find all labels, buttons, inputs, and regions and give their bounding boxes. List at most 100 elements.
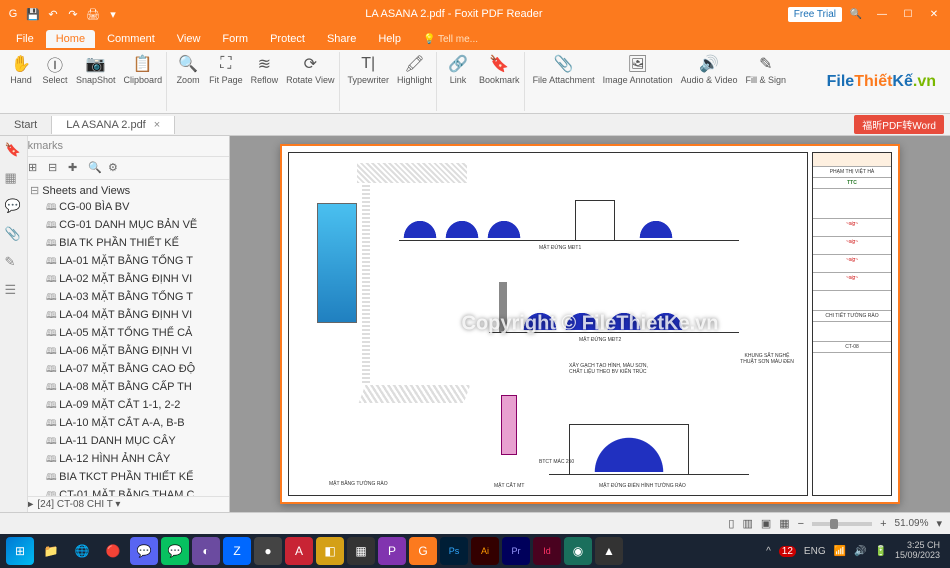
zoom-level[interactable]: 51.09% — [895, 518, 929, 529]
current-bookmark-label[interactable]: [24] CT-08 CHI T ▾ — [37, 499, 120, 510]
bookmark-root[interactable]: Sheets and Views — [30, 182, 225, 199]
menu-help[interactable]: Help — [368, 30, 411, 48]
taskbar-app-6[interactable]: ◉ — [564, 537, 592, 565]
bookmark-item[interactable]: LA-06 MẶT BẰNG ĐỊNH VI — [30, 343, 225, 361]
layers-panel-icon[interactable]: ☰ — [5, 282, 23, 300]
bookmark-item[interactable]: LA-09 MẶT CẮT 1-1, 2-2 — [30, 397, 225, 415]
qat-more-icon[interactable]: ▾ — [106, 7, 120, 21]
save-icon[interactable]: 💾 — [26, 7, 40, 21]
ribbon-snapshot[interactable]: 📷SnapShot — [72, 52, 120, 111]
ribbon-rotate[interactable]: ⟳Rotate View — [282, 52, 338, 111]
menu-file[interactable]: File — [6, 30, 44, 48]
bookmark-item[interactable]: CT-01 MẶT BẰNG THAM C — [30, 487, 225, 496]
ribbon-fileatt[interactable]: 📎File Attachment — [529, 52, 599, 111]
menu-form[interactable]: Form — [212, 30, 258, 48]
signatures-panel-icon[interactable]: ✎ — [5, 254, 23, 272]
ribbon-fillsign[interactable]: ✎Fill & Sign — [742, 52, 791, 111]
bookmark-item[interactable]: BIA TKCT PHẦN THIẾT KẾ — [30, 469, 225, 487]
taskbar-foxit[interactable]: G — [409, 537, 437, 565]
pdf-viewer[interactable]: MẶT BẰNG TƯỜNG RÀO MẶT ĐỨNG MĐT1 — [230, 136, 950, 512]
taskbar-zalo[interactable]: Z — [223, 537, 251, 565]
tray-language[interactable]: ENG — [804, 546, 826, 557]
tellme-input[interactable]: 💡 Tell me... — [423, 34, 478, 45]
view-cover-icon[interactable]: ▦ — [779, 517, 789, 530]
taskbar-app-3[interactable]: ◧ — [316, 537, 344, 565]
taskbar-app-1[interactable]: ◐ — [192, 537, 220, 565]
bookmark-item[interactable]: CG-00 BÌA BV — [30, 199, 225, 217]
tray-clock[interactable]: 3:25 CH 15/09/2023 — [895, 541, 944, 561]
minimize-button[interactable]: — — [870, 4, 894, 24]
taskbar-illustrator[interactable]: Ai — [471, 537, 499, 565]
start-button[interactable]: ⊞ — [6, 537, 34, 565]
find-bookmark-icon[interactable]: 🔍 — [88, 161, 102, 175]
view-continuous-icon[interactable]: ▥ — [742, 517, 752, 530]
print-icon[interactable]: 🖨 — [86, 7, 100, 21]
ribbon-typewriter[interactable]: T|Typewriter — [344, 52, 394, 111]
taskbar-app-7[interactable]: ▲ — [595, 537, 623, 565]
search-icon[interactable]: 🔍 — [844, 4, 868, 24]
notif-badge[interactable]: 12 — [779, 546, 796, 557]
tab-start[interactable]: Start — [0, 116, 52, 134]
bookmark-item[interactable]: CG-01 DANH MỤC BẢN VẼ — [30, 217, 225, 235]
bookmark-item[interactable]: LA-02 MẶT BẰNG ĐỊNH VI — [30, 271, 225, 289]
taskbar-photoshop[interactable]: Ps — [440, 537, 468, 565]
ribbon-link[interactable]: 🔗Link — [441, 52, 475, 111]
volume-icon[interactable]: 🔊 — [854, 546, 866, 557]
collapse-icon[interactable]: ⊟ — [48, 161, 62, 175]
taskbar-edge[interactable]: 🌐 — [68, 537, 96, 565]
ribbon-select[interactable]: ⒾSelect — [38, 52, 72, 111]
taskbar-indesign[interactable]: Id — [533, 537, 561, 565]
bookmark-item[interactable]: LA-11 DANH MỤC CÂY — [30, 433, 225, 451]
bookmark-item[interactable]: LA-08 MẶT BẰNG CẤP TH — [30, 379, 225, 397]
menu-share[interactable]: Share — [317, 30, 366, 48]
undo-icon[interactable]: ↶ — [46, 7, 60, 21]
ribbon-imgann[interactable]: 🖼Image Annotation — [599, 52, 677, 111]
taskbar-app-4[interactable]: ▦ — [347, 537, 375, 565]
taskbar-discord[interactable]: 💬 — [130, 537, 158, 565]
taskbar-app-5[interactable]: P — [378, 537, 406, 565]
ribbon-clipboard[interactable]: 📋Clipboard — [120, 52, 167, 111]
zoom-slider[interactable] — [812, 522, 872, 526]
ribbon-highlight[interactable]: 🖍Highlight — [393, 52, 436, 111]
ribbon-reflow[interactable]: ≋Reflow — [247, 52, 283, 111]
pdf-word-ad[interactable]: 福昕PDF转Word — [854, 115, 944, 134]
bookmark-options-icon[interactable]: ⚙ — [108, 161, 122, 175]
zoom-out-icon[interactable]: − — [798, 518, 804, 530]
zoom-in-icon[interactable]: + — [880, 518, 886, 530]
ribbon-audio[interactable]: 🔊Audio & Video — [677, 52, 742, 111]
taskbar-premiere[interactable]: Pr — [502, 537, 530, 565]
menu-view[interactable]: View — [167, 30, 211, 48]
taskbar-wechat[interactable]: 💬 — [161, 537, 189, 565]
bookmark-item[interactable]: LA-04 MẶT BẰNG ĐỊNH VI — [30, 307, 225, 325]
bookmark-item[interactable]: LA-05 MẶT TỔNG THỂ CẢ — [30, 325, 225, 343]
ribbon-bookmark[interactable]: 🔖Bookmark — [475, 52, 524, 111]
bookmark-item[interactable]: LA-10 MẶT CẮT A-A, B-B — [30, 415, 225, 433]
wifi-icon[interactable]: 📶 — [834, 546, 846, 557]
tray-chevron-icon[interactable]: ^ — [766, 546, 771, 557]
expand-icon[interactable]: ⊞ — [28, 161, 42, 175]
ribbon-zoom[interactable]: 🔍Zoom — [171, 52, 205, 111]
redo-icon[interactable]: ↷ — [66, 7, 80, 21]
bookmark-item[interactable]: LA-01 MẶT BẰNG TỔNG T — [30, 253, 225, 271]
menu-protect[interactable]: Protect — [260, 30, 315, 48]
tab-close-icon[interactable]: × — [154, 119, 160, 131]
view-single-icon[interactable]: ▯ — [728, 517, 734, 530]
maximize-button[interactable]: ☐ — [896, 4, 920, 24]
taskbar-explorer[interactable]: 📁 — [37, 537, 65, 565]
ribbon-hand[interactable]: ✋Hand — [4, 52, 38, 111]
taskbar-chrome[interactable]: 🔴 — [99, 537, 127, 565]
menu-comment[interactable]: Comment — [97, 30, 165, 48]
bookmark-item[interactable]: LA-03 MẶT BẰNG TỔNG T — [30, 289, 225, 307]
bookmark-item[interactable]: LA-12 HÌNH ẢNH CÂY — [30, 451, 225, 469]
battery-icon[interactable]: 🔋 — [875, 546, 887, 557]
menu-home[interactable]: Home — [46, 30, 95, 48]
close-button[interactable]: ✕ — [922, 4, 946, 24]
ribbon-fitpage[interactable]: ⛶Fit Page — [205, 52, 247, 111]
tab-document[interactable]: LA ASANA 2.pdf× — [52, 116, 175, 134]
taskbar-app-2[interactable]: ● — [254, 537, 282, 565]
new-bookmark-icon[interactable]: ✚ — [68, 161, 82, 175]
trial-badge[interactable]: Free Trial — [788, 7, 842, 22]
pages-panel-icon[interactable]: ▦ — [5, 170, 23, 188]
bookmark-item[interactable]: BIA TK PHẦN THIẾT KẾ — [30, 235, 225, 253]
zoom-dropdown-icon[interactable]: ▾ — [936, 517, 942, 530]
